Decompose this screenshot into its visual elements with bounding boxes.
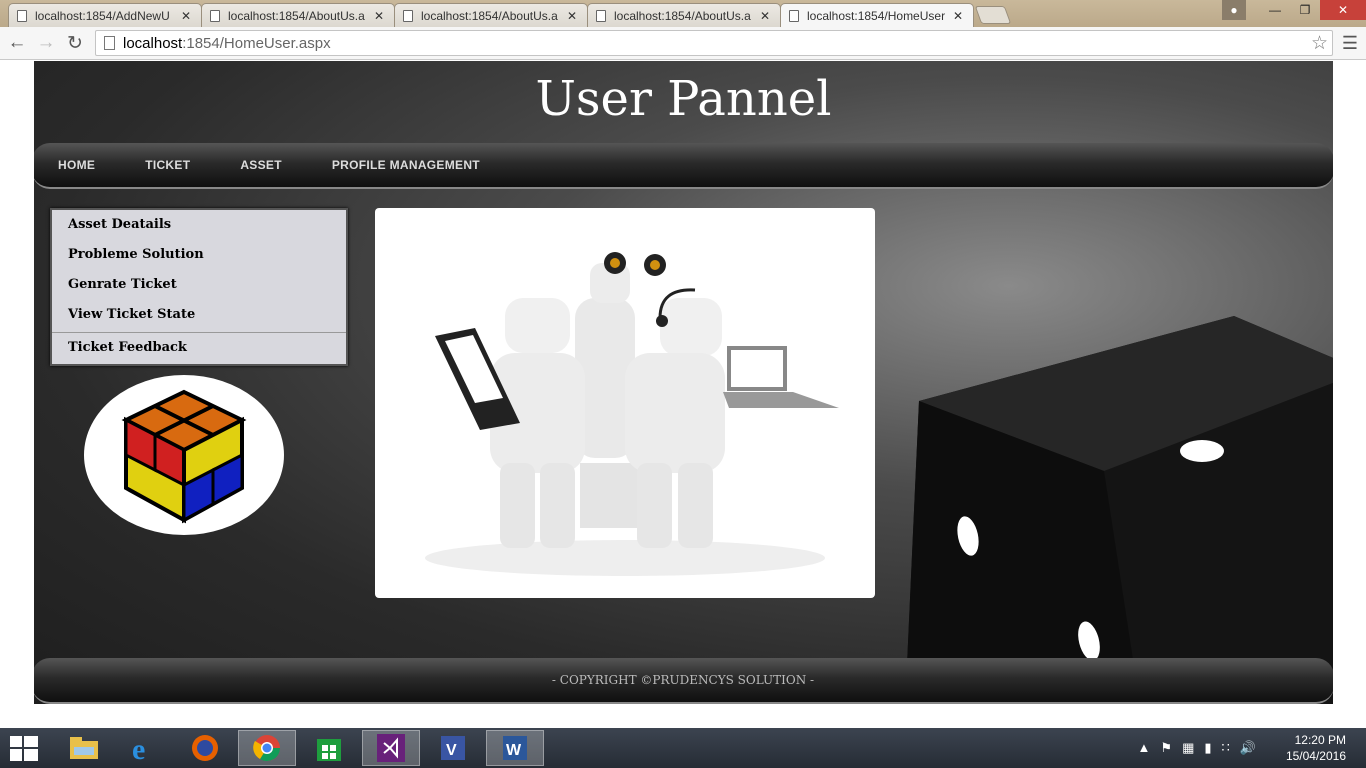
page-icon (596, 9, 606, 22)
browser-tab[interactable]: localhost:1854/AboutUs.a ✕ (394, 3, 588, 27)
page-info-icon[interactable] (104, 36, 115, 50)
clock-date: 15/04/2016 (1285, 749, 1346, 763)
side-menu-problem-solution[interactable]: Probleme Solution (52, 240, 346, 270)
action-center-flag-icon[interactable]: ⚑ (1160, 740, 1172, 756)
page-icon (403, 9, 413, 22)
svg-text:W: W (506, 742, 522, 759)
close-icon[interactable]: ✕ (758, 9, 772, 23)
browser-tabstrip: localhost:1854/AddNewU ✕ localhost:1854/… (0, 0, 1366, 28)
taskbar-clock[interactable]: 12:20 PM 15/04/2016 (1286, 732, 1346, 764)
store-icon[interactable] (300, 730, 358, 766)
show-hidden-icons-icon[interactable]: ▲ (1138, 740, 1151, 756)
nav-asset[interactable]: ASSET (240, 158, 282, 172)
bookmark-star-icon[interactable]: ☆ (1311, 32, 1328, 55)
word-icon[interactable]: W (486, 730, 544, 766)
battery-icon[interactable]: ▮ (1204, 740, 1211, 756)
internet-explorer-icon[interactable]: e (115, 730, 173, 766)
page-title: User Pannel (535, 71, 832, 127)
user-profile-icon[interactable]: ● (1222, 0, 1246, 20)
svg-text:V: V (446, 742, 457, 759)
side-menu: Asset Deatails Probleme Solution Genrate… (50, 208, 348, 366)
address-bar[interactable]: localhost:1854/HomeUser.aspx ☆ (95, 30, 1333, 56)
nav-home[interactable]: HOME (58, 158, 95, 172)
network-signal-icon[interactable]: ∷ (1222, 740, 1230, 756)
dice-decoration (904, 311, 1333, 704)
chrome-icon[interactable] (238, 730, 296, 766)
new-tab-button[interactable] (974, 6, 1012, 24)
browser-toolbar: ← → ↻ localhost:1854/HomeUser.aspx ☆ ☰ (0, 27, 1366, 60)
close-icon[interactable]: ✕ (565, 9, 579, 23)
side-menu-generate-ticket[interactable]: Genrate Ticket (52, 270, 346, 300)
browser-tab-active[interactable]: localhost:1854/HomeUser ✕ (780, 3, 974, 28)
svg-text:e: e (132, 733, 145, 763)
page-footer: - COPYRIGHT ©PRUDENCYS SOLUTION - (34, 658, 1333, 704)
tab-title: localhost:1854/AboutUs.a (421, 8, 558, 23)
reload-icon[interactable]: ↻ (64, 32, 86, 55)
volume-icon[interactable]: 🔊 (1240, 740, 1256, 756)
browser-tab[interactable]: localhost:1854/AddNewU ✕ (8, 3, 202, 27)
minimize-button[interactable]: — (1260, 0, 1290, 20)
taskbar: e V W ▲ ⚑ ▦ ▮ ∷ 🔊 12:20 PM 15/04/2016 (0, 728, 1366, 768)
close-icon[interactable]: ✕ (951, 9, 965, 23)
menu-icon[interactable]: ☰ (1342, 33, 1358, 54)
back-icon[interactable]: ← (6, 32, 28, 54)
copyright-text: - COPYRIGHT ©PRUDENCYS SOLUTION - (551, 673, 815, 687)
tab-title: localhost:1854/AddNewU (35, 8, 170, 23)
nav-profile-management[interactable]: PROFILE MANAGEMENT (332, 158, 480, 172)
firefox-icon[interactable] (176, 730, 234, 766)
nav-ticket[interactable]: TICKET (145, 158, 190, 172)
page-icon (210, 9, 220, 22)
window-controls: ● — ❐ ✕ (1222, 0, 1366, 20)
main-nav: HOME TICKET ASSET PROFILE MANAGEMENT (34, 143, 1333, 189)
url-host: localhost (123, 34, 183, 52)
side-menu-view-ticket-state[interactable]: View Ticket State (52, 300, 346, 330)
hero-image (375, 208, 875, 598)
start-icon[interactable] (10, 736, 38, 762)
page-body: User Pannel HOME TICKET ASSET PROFILE MA… (34, 61, 1333, 704)
page-icon (789, 10, 799, 22)
window-close-button[interactable]: ✕ (1320, 0, 1366, 20)
close-icon[interactable]: ✕ (372, 9, 386, 23)
tab-title: localhost:1854/AboutUs.a (614, 8, 751, 23)
windows-icon[interactable]: ▦ (1182, 740, 1194, 756)
forward-icon[interactable]: → (35, 32, 57, 54)
browser-tab[interactable]: localhost:1854/AboutUs.a ✕ (201, 3, 395, 27)
tab-title: localhost:1854/HomeUser (807, 9, 946, 23)
visual-studio-icon[interactable] (362, 730, 420, 766)
url-path: :1854/HomeUser.aspx (182, 34, 331, 52)
side-menu-asset-details[interactable]: Asset Deatails (52, 210, 346, 240)
tab-title: localhost:1854/AboutUs.a (228, 8, 365, 23)
close-icon[interactable]: ✕ (179, 9, 193, 23)
visio-icon[interactable]: V (424, 730, 482, 766)
side-menu-ticket-feedback[interactable]: Ticket Feedback (52, 332, 346, 362)
cube-logo (84, 375, 284, 535)
system-tray: ▲ ⚑ ▦ ▮ ∷ 🔊 (1138, 740, 1256, 756)
browser-tab[interactable]: localhost:1854/AboutUs.a ✕ (587, 3, 781, 27)
clock-time: 12:20 PM (1294, 733, 1346, 747)
file-explorer-icon[interactable] (55, 730, 113, 766)
page-icon (17, 9, 27, 22)
restore-button[interactable]: ❐ (1290, 0, 1320, 20)
